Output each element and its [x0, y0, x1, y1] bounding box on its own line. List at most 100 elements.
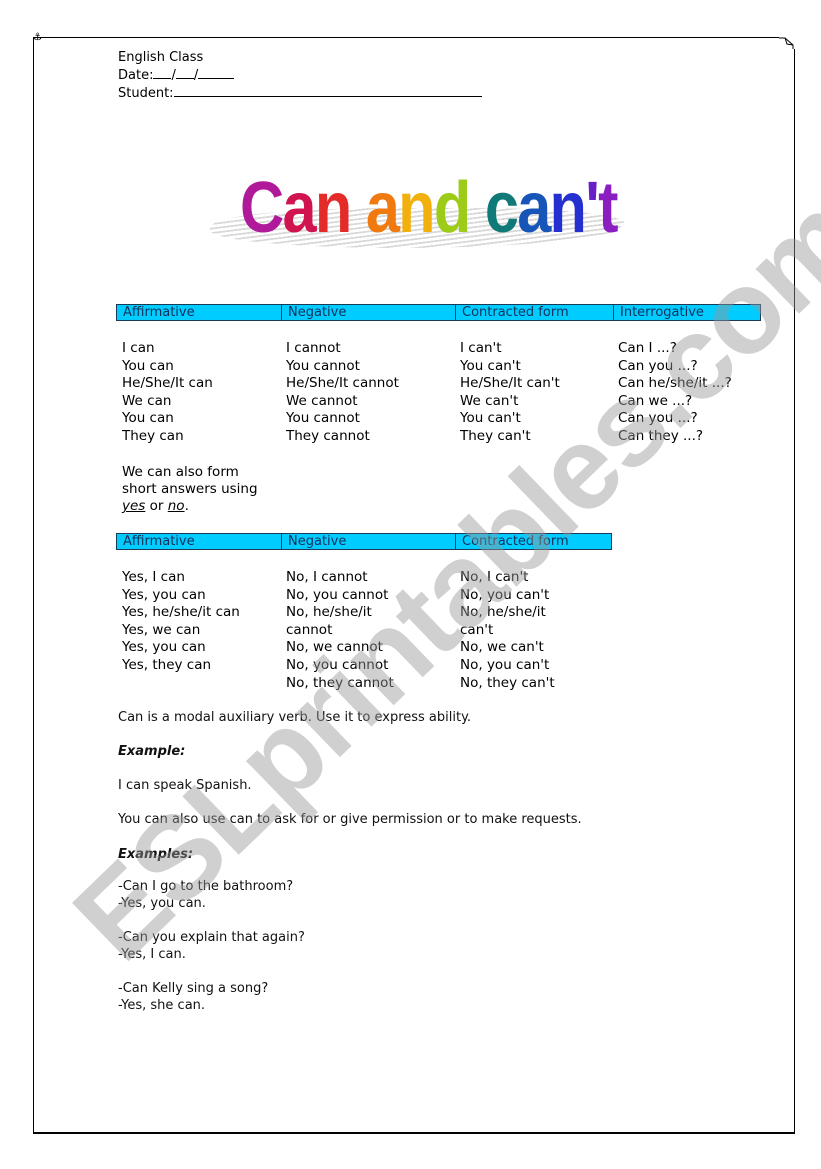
conjugation-table: Affirmative Negative Contracted form Int… [116, 304, 762, 446]
dialogue-answer: -Yes, you can. [118, 896, 206, 911]
dialogue-3: -Can Kelly sing a song? -Yes, she can. [118, 980, 268, 1014]
table-column: No, I cannot No, you cannot No, he/she/it c… [280, 569, 454, 692]
table-cell: We can [122, 392, 172, 409]
class-label: English Class [118, 50, 204, 65]
table-cell: Can you ...? [618, 410, 698, 427]
dialogue-2: -Can you explain that again? -Yes, I can… [118, 929, 305, 963]
table-cell: We cannot [286, 392, 358, 409]
header-contracted: Contracted form [455, 534, 611, 549]
table-column: I can You can He/She/It can We can You can Th… [116, 340, 280, 446]
table-cell: They cannot [286, 427, 370, 444]
date-year-blank[interactable] [198, 66, 235, 79]
note-period: . [184, 498, 189, 514]
worksheet-header: English Class Date: / / Student: [118, 49, 482, 102]
title-letter: t [598, 168, 618, 248]
table-cell: No, you can't [460, 656, 550, 673]
dialogue-answer: -Yes, she can. [118, 998, 206, 1013]
title-letter: n [314, 168, 352, 248]
title-letter [351, 168, 366, 248]
table-cell: He/She/It can [122, 375, 213, 392]
title-letter: a [282, 168, 317, 248]
dialogue-question: -Can I go to the bathroom? [118, 879, 294, 894]
title-letter: n [549, 168, 587, 248]
table-column: I cannot You cannot He/She/It cannot We can… [280, 340, 454, 446]
table-cell: You cannot [286, 410, 360, 427]
table-column: No, I can't No, you can't No, he/she/it can… [454, 569, 612, 692]
table-cell: He/She/It cannot [286, 375, 399, 392]
table-column: I can't You can't He/She/It can't We can't Y… [454, 340, 612, 446]
permission-explanation: You can also use can to ask for or give … [118, 812, 582, 827]
table-cell: I can't [460, 340, 502, 356]
dialogue-question: -Can Kelly sing a song? [118, 981, 269, 996]
modal-verb-explanation: Can is a modal auxiliary verb. Use it to… [118, 710, 472, 725]
table-cell: No, I can't [460, 569, 529, 585]
table-cell: You cannot [286, 357, 360, 374]
table-cell: Yes, you can [122, 586, 206, 603]
short-answers-note: We can also form short answers using yes… [122, 464, 258, 515]
table-cell: Yes, he/she/it can [122, 604, 240, 621]
conjugation-table-body: I can You can He/She/It can We can You can Th… [116, 340, 762, 446]
title-letter: d [433, 168, 471, 248]
table-cell: No, you can't [460, 586, 550, 603]
table-cell: Can we ...? [618, 392, 693, 409]
table-cell: No, he/she/it [460, 604, 546, 621]
title-letter: c [484, 168, 519, 248]
header-affirmative: Affirmative [123, 534, 195, 549]
table-column: Can I ...? Can you ...? Can he/she/it ...?… [612, 340, 762, 446]
short-answers-table-body: Yes, I can Yes, you can Yes, he/she/it can… [116, 569, 612, 692]
table-cell: You can't [460, 357, 521, 374]
table-cell: No, we cannot [286, 639, 383, 656]
header-negative: Negative [281, 305, 455, 320]
table-cell: You can [122, 410, 174, 427]
conjugation-table-header: Affirmative Negative Contracted form Int… [116, 304, 761, 321]
header-affirmative: Affirmative [123, 305, 195, 320]
title-letter: ' [585, 168, 600, 248]
table-cell: cannot [286, 621, 333, 638]
title-letter: C [240, 168, 284, 248]
table-cell: No, they cannot [286, 674, 394, 691]
example-label: Example: [118, 744, 186, 759]
student-name-blank[interactable] [173, 84, 482, 97]
example-sentence: I can speak Spanish. [118, 778, 252, 793]
table-cell: No, you cannot [286, 656, 389, 673]
header-negative: Negative [281, 534, 455, 549]
table-cell: No, they can't [460, 674, 555, 691]
table-cell: Yes, I can [122, 569, 185, 585]
page-title: Can and can't [240, 168, 618, 248]
student-label: Student: [118, 86, 174, 101]
title-letter [470, 168, 485, 248]
table-cell: No, I cannot [286, 569, 368, 585]
note-line: We can also form [122, 464, 239, 480]
dialogue-question: -Can you explain that again? [118, 930, 305, 945]
header-contracted: Contracted form [455, 305, 613, 320]
table-cell: No, he/she/it [286, 604, 372, 621]
title-letter: a [517, 168, 551, 248]
dialogue-1: -Can I go to the bathroom? -Yes, you can… [118, 878, 293, 912]
table-column: Yes, I can Yes, you can Yes, he/she/it can… [116, 569, 280, 692]
table-cell: Can they ...? [618, 427, 704, 444]
table-cell: He/She/It can't [460, 375, 560, 392]
table-cell: They can [122, 427, 184, 444]
table-cell: You can't [460, 410, 521, 427]
table-cell: No, we can't [460, 639, 544, 656]
table-cell: Yes, we can [122, 621, 201, 638]
date-month-blank[interactable] [175, 66, 194, 79]
table-cell: You can [122, 357, 174, 374]
no-word: no [167, 498, 185, 514]
table-cell: Yes, they can [122, 656, 212, 673]
date-day-blank[interactable] [153, 66, 172, 79]
table-cell: Yes, you can [122, 639, 206, 656]
table-cell: They can't [460, 427, 531, 444]
page-corner-fold-icon [779, 37, 795, 49]
table-cell: I cannot [286, 340, 341, 356]
table-cell: I can [122, 340, 155, 356]
table-cell: We can't [460, 392, 519, 409]
short-answers-table-header: Affirmative Negative Contracted form [116, 533, 612, 550]
table-cell: can't [460, 621, 494, 638]
table-cell: Can I ...? [618, 340, 677, 356]
title-letter: a [365, 168, 400, 248]
table-cell: Can you ...? [618, 357, 698, 374]
note-line: short answers using [122, 481, 258, 497]
examples-label: Examples: [118, 847, 194, 862]
date-label: Date: [118, 68, 154, 83]
